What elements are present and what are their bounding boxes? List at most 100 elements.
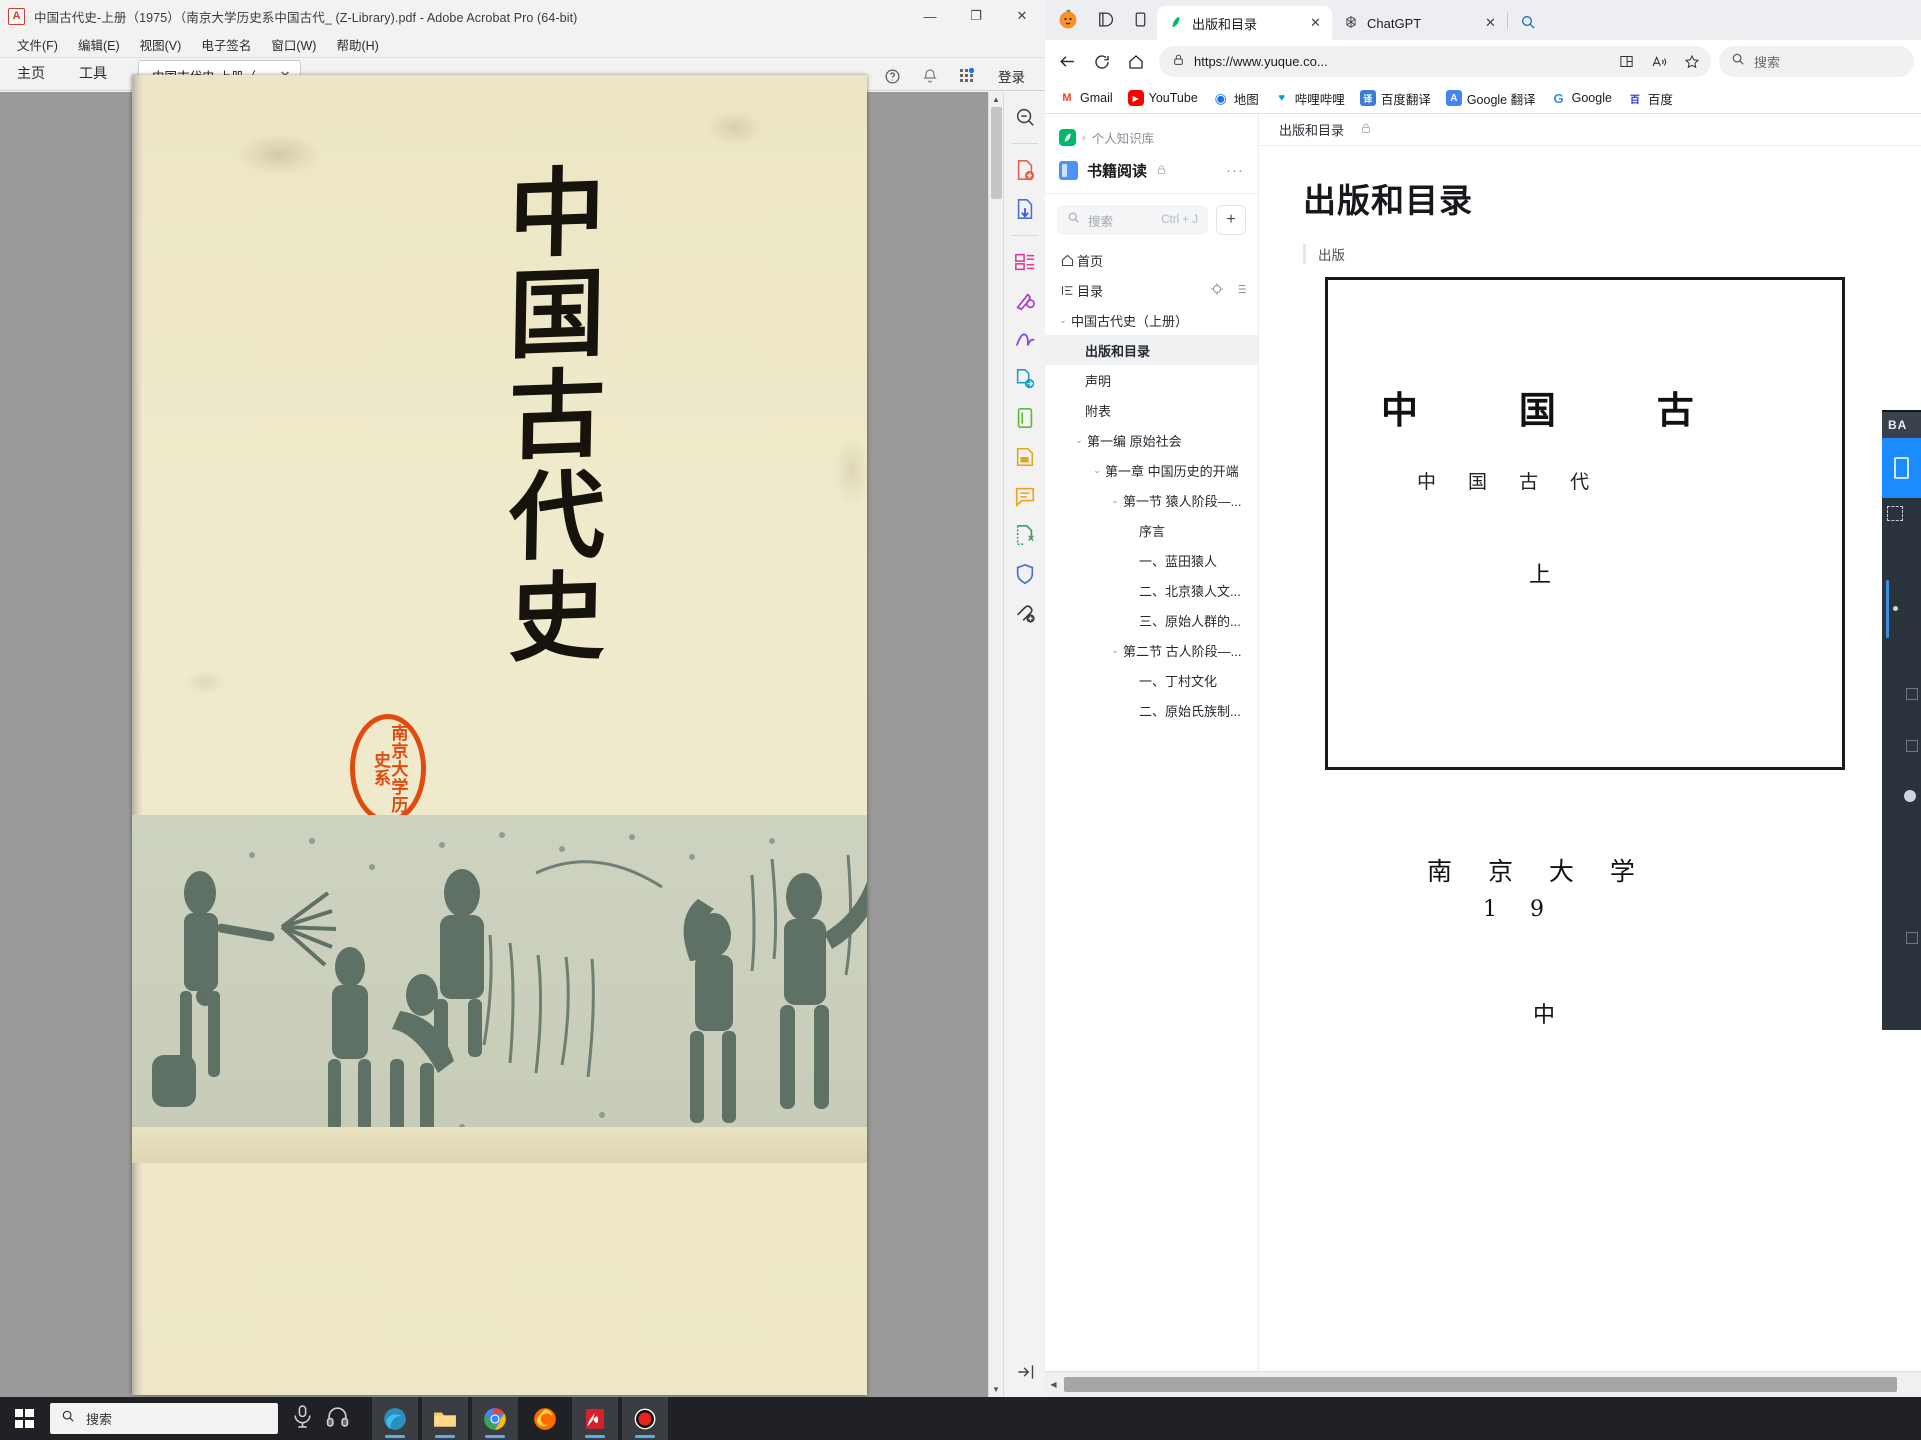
- headphones-icon[interactable]: [325, 1404, 350, 1434]
- menu-file[interactable]: 文件(F): [8, 32, 67, 57]
- microphone-icon[interactable]: [290, 1404, 315, 1434]
- minimize-button[interactable]: —: [907, 0, 953, 32]
- sidebar-item-section-one[interactable]: ⌄ 第一节 猿人阶段—...: [1045, 485, 1258, 515]
- tab-tools[interactable]: 工具: [62, 57, 124, 90]
- sidebar-item-section-two[interactable]: ⌄ 第二节 古人阶段—...: [1045, 635, 1258, 665]
- profile-orange-avatar-icon[interactable]: [1051, 3, 1085, 35]
- sidebar-item-book-root[interactable]: ⌄ 中国古代史（上册）: [1045, 305, 1258, 335]
- sidebar-item-part-one[interactable]: ⌄ 第一编 原始社会: [1045, 425, 1258, 455]
- breadcrumb[interactable]: › 个人知识库: [1045, 126, 1258, 157]
- chrome-taskbar-icon[interactable]: [472, 1397, 518, 1440]
- help-icon[interactable]: [881, 65, 904, 88]
- fill-and-sign-icon[interactable]: [1010, 325, 1040, 355]
- tab-search-icon[interactable]: [1513, 7, 1543, 37]
- search-input[interactable]: 搜索 Ctrl + J: [1057, 205, 1208, 235]
- address-bar[interactable]: https://www.yuque.co...: [1159, 46, 1711, 77]
- new-doc-button[interactable]: +: [1216, 205, 1246, 235]
- panel-record-dot[interactable]: [1904, 790, 1916, 802]
- comment-icon[interactable]: [1010, 481, 1040, 511]
- sign-in-button[interactable]: 登录: [992, 64, 1031, 88]
- chevron-down-icon[interactable]: ⌄: [1055, 315, 1071, 326]
- panel-selection-row[interactable]: [1882, 498, 1921, 528]
- target-icon[interactable]: [1210, 282, 1224, 299]
- taskbar-search-box[interactable]: 搜索: [50, 1403, 278, 1434]
- bookmark-baidu[interactable]: 百 百度: [1621, 86, 1679, 111]
- search-document-icon[interactable]: [1010, 102, 1040, 132]
- bookmark-google[interactable]: G Google: [1545, 87, 1618, 109]
- stamp-icon[interactable]: [1010, 442, 1040, 472]
- protect-icon[interactable]: [1010, 559, 1040, 589]
- scroll-up-icon[interactable]: ▲: [989, 92, 1003, 107]
- redact-icon[interactable]: [1010, 520, 1040, 550]
- organize-pages-icon[interactable]: [1010, 247, 1040, 277]
- chevron-down-icon[interactable]: ⌄: [1089, 465, 1105, 476]
- acrobat-taskbar-icon[interactable]: [572, 1397, 618, 1440]
- scroll-left-icon[interactable]: ◀: [1045, 1372, 1062, 1398]
- back-arrow-icon[interactable]: [1052, 46, 1083, 77]
- browser-tab-1[interactable]: ChatGPT ✕: [1332, 6, 1507, 40]
- menu-help[interactable]: 帮助(H): [327, 32, 387, 57]
- browser-search-box[interactable]: 搜索: [1719, 46, 1914, 77]
- panel-primary-action[interactable]: [1882, 438, 1921, 498]
- workspaces-icon[interactable]: [1087, 3, 1121, 35]
- close-button[interactable]: ✕: [999, 0, 1045, 32]
- more-tools-icon[interactable]: [1010, 598, 1040, 628]
- file-explorer-taskbar-icon[interactable]: [422, 1397, 468, 1440]
- sidebar-item-home[interactable]: 首页: [1045, 245, 1258, 275]
- sidebar-item-lantian[interactable]: 一、蓝田猿人: [1045, 545, 1258, 575]
- menu-esign[interactable]: 电子签名: [192, 32, 260, 57]
- panel-option-box-2[interactable]: [1906, 740, 1918, 752]
- export-pdf-icon[interactable]: [1010, 194, 1040, 224]
- create-pdf-icon[interactable]: [1010, 155, 1040, 185]
- sidebar-item-statement[interactable]: 声明: [1045, 365, 1258, 395]
- sidebar-item-publication-toc[interactable]: 出版和目录: [1045, 335, 1258, 365]
- browser-tab-0[interactable]: 出版和目录 ✕: [1157, 6, 1332, 40]
- hscroll-thumb[interactable]: [1064, 1376, 1898, 1392]
- sidebar-item-primitive-groups[interactable]: 三、原始人群的...: [1045, 605, 1258, 635]
- scan-and-ocr-icon[interactable]: [1010, 403, 1040, 433]
- panel-option-box-1[interactable]: [1906, 688, 1918, 700]
- browser-tab-1-close-icon[interactable]: ✕: [1482, 15, 1499, 32]
- bookmark-bilibili[interactable]: ♥ 哔哩哔哩: [1268, 86, 1351, 111]
- windows-start-icon[interactable]: [0, 1397, 48, 1440]
- recorder-taskbar-icon[interactable]: [622, 1397, 668, 1440]
- edge-taskbar-icon[interactable]: [372, 1397, 418, 1440]
- chevron-down-icon[interactable]: ⌄: [1107, 495, 1123, 506]
- list-icon[interactable]: [1234, 282, 1248, 299]
- sidebar-item-chapter-one[interactable]: ⌄ 第一章 中国历史的开端: [1045, 455, 1258, 485]
- more-options-icon[interactable]: ···: [1226, 162, 1244, 179]
- sidebar-item-appendix[interactable]: 附表: [1045, 395, 1258, 425]
- sidebar-item-toc[interactable]: 目录: [1045, 275, 1258, 305]
- sidebar-item-dingcun[interactable]: 一、丁村文化: [1045, 665, 1258, 695]
- sidebar-item-beijing-ape[interactable]: 二、北京猿人文...: [1045, 575, 1258, 605]
- book-cover-image[interactable]: 中 国 古 中 国 古 代 上 南 京 大 学 1 9 中: [1325, 277, 1845, 1028]
- scroll-down-icon[interactable]: ▼: [989, 1382, 1003, 1397]
- bookmark-maps[interactable]: ◉ 地图: [1207, 86, 1265, 111]
- bookmark-baidu-translate[interactable]: 译 百度翻译: [1354, 86, 1437, 111]
- apps-grid-icon[interactable]: [955, 65, 978, 88]
- bookmark-youtube[interactable]: ▶ YouTube: [1122, 87, 1204, 109]
- reload-icon[interactable]: [1086, 46, 1117, 77]
- split-screen-icon[interactable]: [1614, 50, 1638, 74]
- menu-edit[interactable]: 编辑(E): [69, 32, 129, 57]
- tab-home[interactable]: 主页: [0, 57, 62, 90]
- menu-view[interactable]: 视图(V): [131, 32, 191, 57]
- send-for-comments-icon[interactable]: [1010, 364, 1040, 394]
- bookmark-gmail[interactable]: M Gmail: [1053, 87, 1119, 109]
- browser-tab-0-close-icon[interactable]: ✕: [1307, 15, 1324, 32]
- chevron-down-icon[interactable]: ⌄: [1071, 435, 1087, 446]
- page-horizontal-scrollbar[interactable]: ◀: [1045, 1371, 1921, 1397]
- bookmark-google-translate[interactable]: A Google 翻译: [1440, 86, 1542, 111]
- read-aloud-icon[interactable]: [1647, 50, 1671, 74]
- sidebar-item-preface[interactable]: 序言: [1045, 515, 1258, 545]
- panel-option-box-3[interactable]: [1906, 932, 1918, 944]
- sidebar-item-clan-system[interactable]: 二、原始氏族制...: [1045, 695, 1258, 725]
- bell-icon[interactable]: [918, 65, 941, 88]
- maximize-button[interactable]: ❐: [953, 0, 999, 32]
- chevron-down-icon[interactable]: ⌄: [1107, 645, 1123, 656]
- menu-window[interactable]: 窗口(W): [262, 32, 325, 57]
- edit-pdf-icon[interactable]: [1010, 286, 1040, 316]
- home-icon[interactable]: [1120, 46, 1151, 77]
- hscroll-track[interactable]: [1062, 1372, 1921, 1398]
- document-vertical-scrollbar[interactable]: ▲ ▼: [988, 92, 1003, 1397]
